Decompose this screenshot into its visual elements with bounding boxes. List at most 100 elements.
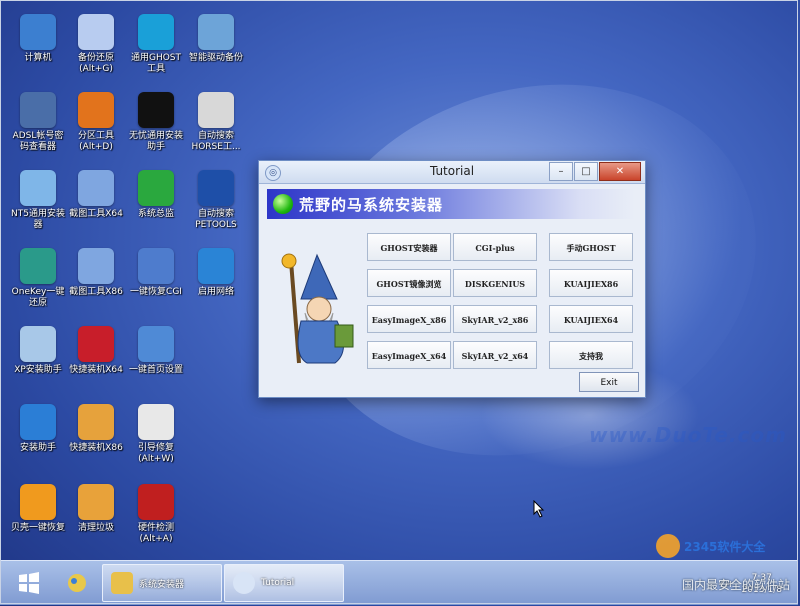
hardware-detect-icon [138, 484, 174, 520]
green-orb-icon [273, 194, 293, 214]
cgi-restore-icon [138, 248, 174, 284]
desktop-icon[interactable]: NT5通用安装 器 [6, 170, 70, 231]
desktop-icon[interactable]: 快捷装机X86 [64, 404, 128, 454]
screenshot-icon [78, 170, 114, 206]
desktop-icon[interactable]: ADSL帐号密 码查看器 [6, 92, 70, 153]
desktop-icon[interactable]: 系统总监 [124, 170, 188, 220]
desktop-icon[interactable]: 无忧通用安装 助手 [124, 92, 188, 153]
desktop-icon[interactable]: 一键首页设置 [124, 326, 188, 376]
tool-button[interactable]: GHOST安装器 [367, 233, 451, 261]
windows-start-icon [19, 572, 39, 594]
desktop-icon-label: 引导修复 (Alt+W) [137, 443, 174, 464]
desktop-icon[interactable]: 贝壳一键恢复 [6, 484, 70, 534]
tool-button[interactable]: KUAIJIEX64 [549, 305, 633, 333]
desktop-icon-label: 贝壳一键恢复 [10, 523, 65, 533]
taskbar-item-installer[interactable]: 系统安装器 [102, 564, 222, 602]
desktop-icon-label: 系统总监 [137, 209, 174, 219]
window-titlebar[interactable]: ◎ Tutorial – □ ✕ [259, 161, 645, 184]
computer-icon [20, 14, 56, 50]
ghost-icon [78, 14, 114, 50]
desktop-icon-label: 一键首页设置 [128, 365, 183, 375]
desktop-icon-label: 清理垃圾 [77, 523, 114, 533]
desktop-icon-label: 通用GHOST 工具 [130, 53, 182, 74]
taskbar-item-label: 系统安装器 [139, 579, 185, 590]
quick-install-icon [78, 326, 114, 362]
desktop-icon[interactable]: 通用GHOST 工具 [124, 14, 188, 75]
installer-assistant-icon [138, 92, 174, 128]
desktop-icon-label: 一键恢复CGI [130, 287, 182, 297]
tool-button[interactable]: KUAIJIEX86 [549, 269, 633, 297]
desktop-icon-label: 启用网络 [197, 287, 234, 297]
desktop-icon[interactable]: 分区工具 (Alt+D) [64, 92, 128, 153]
desktop-icon[interactable]: 启用网络 [184, 248, 248, 298]
usb-icon [198, 170, 234, 206]
desktop-icon[interactable]: 安装助手 [6, 404, 70, 454]
close-button[interactable]: ✕ [599, 162, 641, 181]
desktop-icon-label: XP安装助手 [14, 365, 62, 375]
tool-button[interactable]: CGI-plus [453, 233, 537, 261]
nt5-installer-icon [20, 170, 56, 206]
desktop-icon[interactable]: 智能驱动备份 [184, 14, 248, 64]
tool-button[interactable]: SkyIAR_v2_x64 [453, 341, 537, 369]
tool-button[interactable]: GHOST镜像浏览 [367, 269, 451, 297]
xp-installer-icon [20, 326, 56, 362]
desktop-icon-label: 快捷装机X64 [69, 365, 123, 375]
horse-tool-icon [198, 92, 234, 128]
desktop-icon-label: 备份还原 (Alt+G) [77, 53, 114, 74]
wizard-mascot-icon [281, 253, 354, 364]
desktop-icon[interactable]: 自动搜索 PETOOLS [184, 170, 248, 231]
tool-button[interactable]: EasyImageX_x86 [367, 305, 451, 333]
banner: 荒野的马系统安装器 [267, 189, 635, 219]
desktop-icon[interactable]: 自动搜索 HORSE工... [184, 92, 248, 153]
taskbar-item-label: Tutorial [261, 578, 295, 588]
system-monitor-icon [138, 170, 174, 206]
pinned-app-icon[interactable] [60, 567, 94, 599]
taskbar-item-tutorial[interactable]: Tutorial [224, 564, 344, 602]
desktop-icon-label: 自动搜索 PETOOLS [195, 209, 237, 230]
site-logo-text: 2345软件大全 [684, 539, 766, 554]
tiger-mascot-icon [78, 404, 114, 440]
desktop-icon[interactable]: XP安装助手 [6, 326, 70, 376]
taskbar: 系统安装器 Tutorial CH 7:37 2013/1/8 国内最安全的软件… [0, 560, 798, 605]
start-button[interactable] [10, 567, 48, 599]
adsl-icon [20, 92, 56, 128]
folder-icon [111, 572, 133, 594]
desktop-icon[interactable]: 硬件检测 (Alt+A) [124, 484, 188, 545]
desktop-icon[interactable]: 快捷装机X64 [64, 326, 128, 376]
desktop-icon-label: 硬件检测 (Alt+A) [137, 523, 174, 544]
windows-logo-icon [20, 404, 56, 440]
driver-backup-icon [198, 14, 234, 50]
desktop-icon-label: OneKey一键 还原 [11, 287, 65, 308]
desktop-icon-label: 无忧通用安装 助手 [128, 131, 183, 152]
desktop-icon[interactable]: 计算机 [6, 14, 70, 64]
ghost-tool-icon [138, 14, 174, 50]
tool-button[interactable]: SkyIAR_v2_x86 [453, 305, 537, 333]
tool-button[interactable]: 支持我 [549, 341, 633, 369]
network-globe-icon [198, 248, 234, 284]
desktop-icon-label: 截图工具X64 [69, 209, 123, 219]
onekey-icon [20, 248, 56, 284]
site-watermark: 国内最安全的软件站 [681, 578, 790, 592]
desktop-icon[interactable]: 截图工具X86 [64, 248, 128, 298]
site-logo: 2345软件大全 [656, 534, 766, 558]
desktop-icon[interactable]: 备份还原 (Alt+G) [64, 14, 128, 75]
minimize-button[interactable]: – [549, 162, 573, 181]
desktop-icon-label: NT5通用安装 器 [11, 209, 65, 230]
maximize-button[interactable]: □ [574, 162, 598, 181]
desktop-icon[interactable]: 截图工具X64 [64, 170, 128, 220]
desktop-icon[interactable]: OneKey一键 还原 [6, 248, 70, 309]
tool-button[interactable]: DISKGENIUS [453, 269, 537, 297]
tool-button[interactable]: 手动GHOST [549, 233, 633, 261]
partition-tool-icon [78, 92, 114, 128]
desktop-icon[interactable]: 引导修复 (Alt+W) [124, 404, 188, 465]
exit-button[interactable]: Exit [579, 372, 639, 392]
desktop-icon-label: ADSL帐号密 码查看器 [12, 131, 64, 152]
first-aid-icon [138, 404, 174, 440]
desktop-icon[interactable]: 一键恢复CGI [124, 248, 188, 298]
screenshot-icon [78, 248, 114, 284]
desktop-icon-label: 自动搜索 HORSE工... [191, 131, 241, 152]
tutorial-app-icon [233, 572, 255, 594]
desktop-icon[interactable]: 清理垃圾 [64, 484, 128, 534]
desktop-icon-label: 智能驱动备份 [188, 53, 243, 63]
tool-button[interactable]: EasyImageX_x64 [367, 341, 451, 369]
